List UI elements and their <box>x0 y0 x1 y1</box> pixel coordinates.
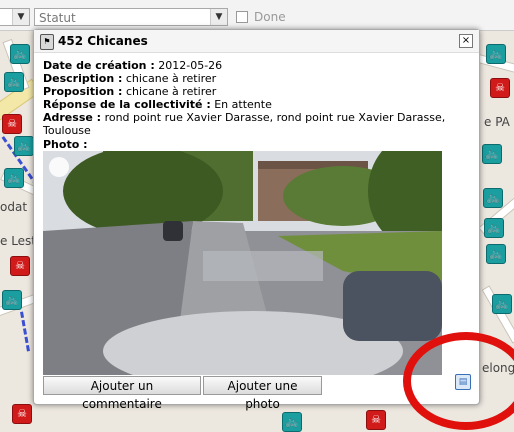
hazard-poi-marker[interactable]: ☠ <box>490 78 510 98</box>
detail-row-description: Description : chicane à retirer <box>43 72 473 85</box>
detail-value: chicane à retirer <box>125 72 217 85</box>
street-photo-image <box>43 151 442 375</box>
filter-bar: ▼ Statut ▼ Done <box>0 0 514 31</box>
detail-value: 2012-05-26 <box>158 59 223 72</box>
detail-value: rond point rue Xavier Darasse, rond poin… <box>43 111 446 137</box>
detail-label: Proposition : <box>43 85 123 98</box>
bike-poi-marker[interactable]: 🚲 <box>486 44 506 64</box>
bike-poi-marker[interactable]: 🚲 <box>4 72 24 92</box>
detail-row-address: Adresse : rond point rue Xavier Darasse,… <box>43 111 473 137</box>
category-select[interactable]: ▼ <box>0 8 30 26</box>
issue-popup: ⚑ 452 Chicanes × Date de création : 2012… <box>33 29 480 411</box>
detail-row-date: Date de création : 2012-05-26 <box>43 59 473 72</box>
detail-label: Description : <box>43 72 123 85</box>
bike-poi-marker[interactable]: 🚲 <box>14 136 34 156</box>
popup-title: 452 Chicanes <box>58 34 148 48</box>
hazard-poi-marker[interactable]: ☠ <box>366 410 386 430</box>
bike-poi-marker[interactable]: 🚲 <box>282 412 302 432</box>
add-photo-button[interactable]: Ajouter une photo <box>203 376 322 411</box>
hazard-poi-marker[interactable]: ☠ <box>2 114 22 134</box>
map-label: e PA <box>484 115 510 129</box>
marker-flag-icon: ⚑ <box>40 34 54 50</box>
detail-value: En attente <box>214 98 272 111</box>
photo-label: Photo : <box>43 138 88 151</box>
close-icon[interactable]: × <box>459 34 473 48</box>
map-label: odat <box>0 200 28 214</box>
bike-poi-marker[interactable]: 🚲 <box>4 168 24 188</box>
bike-poi-marker[interactable]: 🚲 <box>10 44 30 64</box>
map-transit-line <box>20 311 30 352</box>
bike-poi-marker[interactable]: 🚲 <box>484 218 504 238</box>
add-comment-button[interactable]: Ajouter un commentaire <box>43 376 201 411</box>
chevron-down-icon[interactable]: ▼ <box>210 9 227 25</box>
detail-label: Date de création : <box>43 59 155 72</box>
issue-details: Date de création : 2012-05-26 Descriptio… <box>43 59 473 137</box>
status-select-value: Statut <box>39 11 76 25</box>
hazard-poi-marker[interactable]: ☠ <box>12 404 32 424</box>
bike-poi-marker[interactable]: 🚲 <box>2 290 22 310</box>
detail-row-response: Réponse de la collectivité : En attente <box>43 98 473 111</box>
detail-label: Adresse : <box>43 111 102 124</box>
bike-poi-marker[interactable]: 🚲 <box>492 294 512 314</box>
chevron-down-icon[interactable]: ▼ <box>12 9 29 25</box>
popup-header: ⚑ 452 Chicanes × <box>34 30 479 53</box>
hazard-poi-marker[interactable]: ☠ <box>10 256 30 276</box>
detail-value: chicane à retirer <box>125 85 217 98</box>
detail-label: Réponse de la collectivité : <box>43 98 211 111</box>
bike-poi-marker[interactable]: 🚲 <box>486 244 506 264</box>
done-checkbox[interactable] <box>236 11 248 23</box>
bike-poi-marker[interactable]: 🚲 <box>482 144 502 164</box>
street-photo[interactable] <box>43 151 442 375</box>
map-label: e Lest <box>0 234 37 248</box>
bike-poi-marker[interactable]: 🚲 <box>483 188 503 208</box>
detail-row-proposal: Proposition : chicane à retirer <box>43 85 473 98</box>
status-select[interactable]: Statut ▼ <box>34 8 228 26</box>
done-label: Done <box>254 10 286 24</box>
